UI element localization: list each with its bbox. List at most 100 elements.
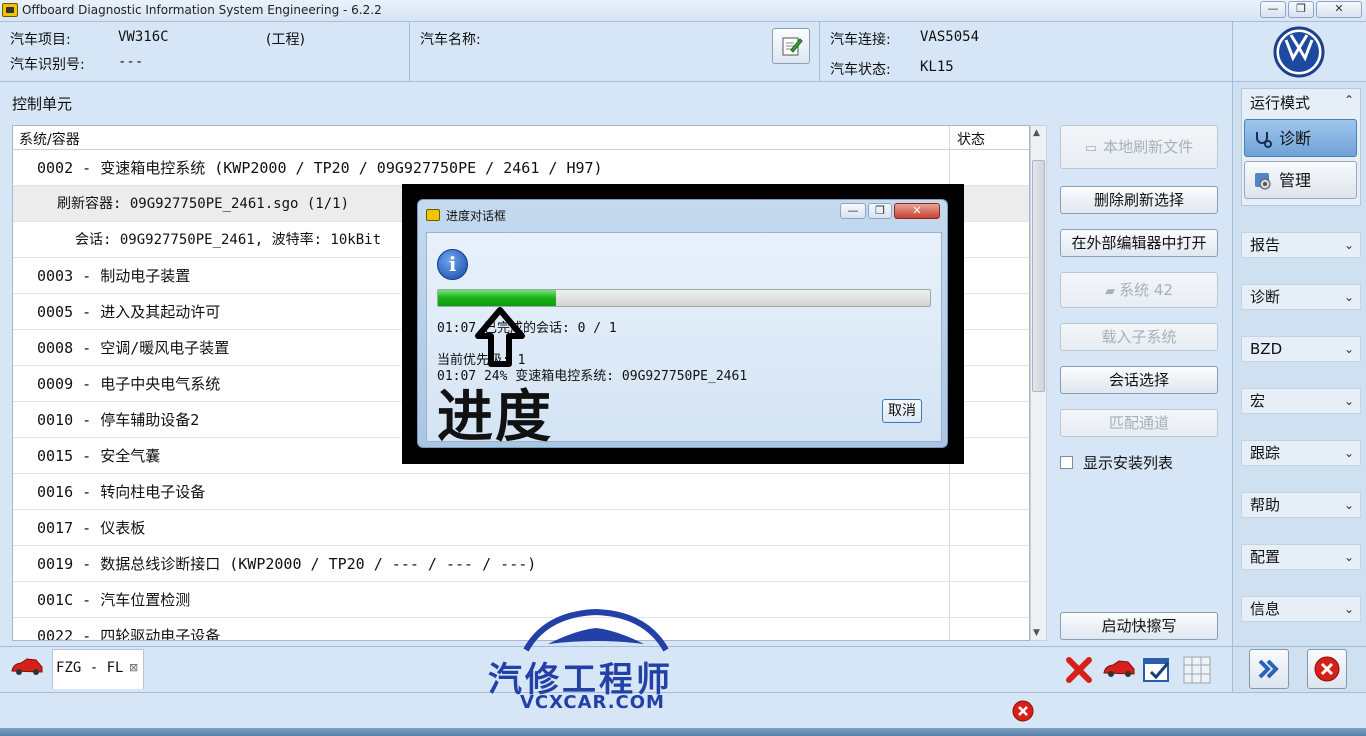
forward-button[interactable]: [1249, 649, 1289, 689]
sidebar-item-label: 帮助: [1250, 496, 1281, 514]
dialog-maximize-button[interactable]: ❐: [868, 203, 892, 219]
collapse-chevron-icon[interactable]: ⌃: [1344, 93, 1354, 107]
session-select-button[interactable]: 会话选择: [1060, 366, 1218, 394]
connection-label: 汽车连接:: [830, 32, 891, 48]
sidebar-item-label: 配置: [1250, 548, 1281, 566]
match-channel-button[interactable]: 匹配通道: [1060, 409, 1218, 437]
run-mode-panel: 运行模式 ⌃ 诊断 管理: [1241, 88, 1361, 206]
vehicle-name-label: 汽车名称:: [420, 32, 481, 48]
connection-cell: 汽车连接: VAS5054 汽车状态: KL15: [820, 22, 1232, 82]
title-bar: Offboard Diagnostic Information System E…: [0, 0, 1366, 22]
sidebar-item-label: 报告: [1250, 236, 1281, 254]
sidebar-item-5[interactable]: 帮助 ⌄: [1241, 492, 1361, 518]
vw-logo-icon: [1273, 26, 1325, 78]
car-system-icon: ▰: [1105, 284, 1116, 299]
sidebar-item-label: BZD: [1250, 340, 1283, 358]
error-status-icon[interactable]: [1011, 699, 1035, 723]
vehicle-state-label: 汽车状态:: [830, 62, 891, 78]
tab-fzg-fl-label: FZG - FL: [56, 660, 124, 676]
sidebar-bottom-controls: [1232, 646, 1366, 692]
checked-window-icon[interactable]: [1142, 655, 1172, 685]
sidebar-item-0[interactable]: 报告 ⌄: [1241, 232, 1361, 258]
row-label: 0017 - 仪表板: [37, 519, 146, 537]
delete-flash-selection-button[interactable]: 删除刷新选择: [1060, 186, 1218, 214]
row-label: 0008 - 空调/暖风电子装置: [37, 339, 230, 357]
row-label: 0002 - 变速箱电控系统 (KWP2000 / TP20 / 09G9277…: [37, 159, 603, 177]
app-icon: [2, 3, 18, 17]
vehicle-info-cell: 汽车项目: VW316C (工程) 汽车识别号: ---: [0, 22, 410, 82]
row-label: 刷新容器: 09G927750PE_2461.sgo (1/1): [57, 196, 350, 212]
ecu-row[interactable]: 0002 - 变速箱电控系统 (KWP2000 / TP20 / 09G9277…: [13, 150, 1029, 186]
dialog-app-icon: [426, 209, 440, 221]
document-icon: ▭: [1084, 141, 1098, 156]
scroll-up-arrow-icon[interactable]: ▲: [1033, 128, 1040, 138]
row-label: 0015 - 安全气囊: [37, 447, 161, 465]
dialog-minimize-button[interactable]: —: [840, 203, 866, 219]
mode-admin-button[interactable]: 管理: [1244, 161, 1357, 199]
vehicle-project-mode: (工程): [266, 32, 305, 48]
sidebar-item-1[interactable]: 诊断 ⌄: [1241, 284, 1361, 310]
notepad-pencil-icon: [782, 37, 803, 56]
ecu-row[interactable]: 0019 - 数据总线诊断接口 (KWP2000 / TP20 / --- / …: [13, 546, 1029, 582]
scroll-down-arrow-icon[interactable]: ▼: [1033, 628, 1040, 638]
row-label: 001C - 汽车位置检测: [37, 591, 191, 609]
minimize-button[interactable]: —: [1260, 1, 1286, 18]
sidebar-item-4[interactable]: 跟踪 ⌄: [1241, 440, 1361, 466]
expand-chevron-icon: ⌄: [1343, 446, 1354, 460]
dialog-title: 进度对话框: [446, 209, 507, 223]
stethoscope-icon: [1256, 132, 1272, 148]
checkbox-box[interactable]: [1060, 456, 1073, 469]
mode-diagnosis-button[interactable]: 诊断: [1244, 119, 1357, 157]
show-install-list-checkbox[interactable]: 显示安装列表: [1060, 452, 1173, 473]
dialog-close-button[interactable]: ✕: [894, 203, 940, 219]
row-label: 会话: 09G927750PE_2461, 波特率: 10kBit: [75, 232, 382, 248]
expand-chevron-icon: ⌄: [1343, 498, 1354, 512]
vehicle-header: 汽车项目: VW316C (工程) 汽车识别号: --- 汽车名称: 汽车连接:…: [0, 22, 1232, 82]
expand-chevron-icon: ⌄: [1343, 394, 1354, 408]
progress-bar-fill: [438, 290, 557, 306]
scrollbar-thumb[interactable]: [1032, 160, 1045, 392]
ecu-row[interactable]: 0017 - 仪表板: [13, 510, 1029, 546]
sidebar-item-2[interactable]: BZD ⌄: [1241, 336, 1361, 362]
expand-chevron-icon: ⌄: [1343, 238, 1354, 252]
sidebar-item-6[interactable]: 配置 ⌄: [1241, 544, 1361, 570]
tab-fzg-fl[interactable]: FZG - FL ⊠: [52, 649, 144, 689]
table-header: 系统/容器 状态: [13, 126, 1029, 150]
row-label: 0005 - 进入及其起动许可: [37, 303, 221, 321]
sidebar-item-7[interactable]: 信息 ⌄: [1241, 596, 1361, 622]
run-mode-title: 运行模式: [1250, 94, 1311, 112]
cancel-button[interactable]: 取消: [882, 399, 922, 423]
connection-value: VAS5054: [920, 29, 980, 45]
delete-x-icon[interactable]: [1064, 655, 1094, 685]
ecu-row[interactable]: 0016 - 转向柱电子设备: [13, 474, 1029, 510]
sidebar-item-3[interactable]: 宏 ⌄: [1241, 388, 1361, 414]
double-chevron-right-icon: [1258, 659, 1279, 679]
expand-chevron-icon: ⌄: [1343, 342, 1354, 356]
load-subsystem-button[interactable]: 载入子系统: [1060, 323, 1218, 351]
close-window-button[interactable]: ✕: [1316, 1, 1362, 18]
car-icon[interactable]: [1102, 659, 1136, 679]
annotation-progress-caption: 进度: [437, 385, 553, 450]
red-car-icon[interactable]: [10, 657, 44, 677]
start-quick-erase-button[interactable]: 启动快擦写: [1060, 612, 1218, 640]
grid-icon[interactable]: [1182, 655, 1212, 685]
vehicle-project-label: 汽车项目:: [10, 32, 71, 48]
expand-chevron-icon: ⌄: [1343, 602, 1354, 616]
tab-close-icon[interactable]: ⊠: [129, 650, 138, 686]
vin-value: ---: [118, 54, 144, 70]
system-42-button[interactable]: ▰ 系统 42: [1060, 272, 1218, 308]
edit-vehicle-name-button[interactable]: [772, 28, 810, 64]
progress-bar: [437, 289, 931, 307]
row-label: 0010 - 停车辅助设备2: [37, 411, 200, 429]
stop-x-icon: [1314, 656, 1340, 682]
brand-logo-area: [1232, 22, 1366, 82]
maximize-button[interactable]: ❐: [1288, 1, 1314, 18]
local-flash-file-button[interactable]: ▭ 本地刷新文件: [1060, 125, 1218, 169]
window-title: Offboard Diagnostic Information System E…: [22, 3, 382, 17]
table-scrollbar[interactable]: ▲ ▼: [1030, 125, 1047, 641]
column-header-status[interactable]: 状态: [957, 129, 985, 149]
column-header-system[interactable]: 系统/容器: [19, 129, 80, 149]
exit-button[interactable]: [1307, 649, 1347, 689]
sidebar-item-label: 信息: [1250, 600, 1281, 618]
open-external-editor-button[interactable]: 在外部编辑器中打开: [1060, 229, 1218, 257]
